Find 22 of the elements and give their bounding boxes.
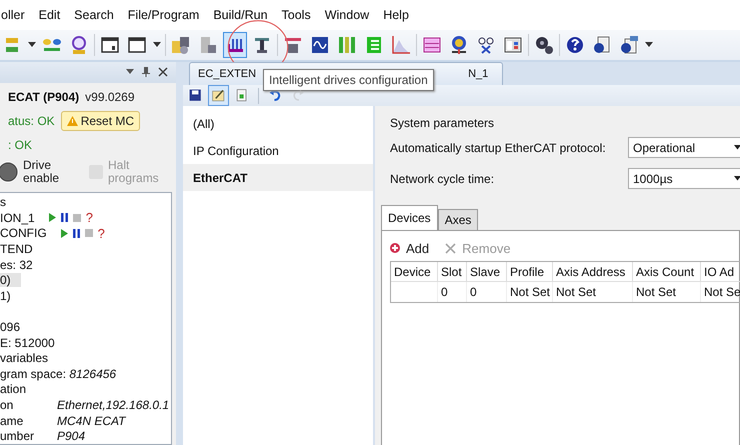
table-cell: Not Set: [553, 282, 633, 302]
table-cell: Not Set: [507, 282, 553, 302]
controller-name: ECAT (P904): [8, 90, 80, 104]
property-value: MC4N ECAT: [57, 414, 126, 428]
tab-label: EC_EXTEN: [198, 68, 256, 80]
property-label: on: [0, 398, 14, 412]
tab-label: N_1: [468, 68, 488, 80]
table-cell: Not Se: [701, 282, 740, 302]
property-value: Ethernet,192.168.0.1: [57, 398, 170, 412]
group-title: System parameters: [390, 116, 496, 132]
table-cell: 0: [438, 282, 467, 302]
property-label: ame: [0, 414, 24, 428]
status-text: : OK: [8, 138, 32, 152]
property-value: P904: [57, 429, 86, 444]
version-text: v99.0269: [85, 90, 135, 104]
table-cell: Not Set: [633, 282, 701, 302]
field-label: Network cycle time:: [390, 172, 496, 186]
property-label: umber: [0, 429, 36, 444]
tooltip: Intelligent drives configuration: [263, 69, 434, 91]
field-label: Automatically startup EtherCAT protocol:: [390, 140, 607, 154]
table-cell: 0: [467, 282, 507, 302]
status-text: atus: OK: [8, 114, 55, 128]
